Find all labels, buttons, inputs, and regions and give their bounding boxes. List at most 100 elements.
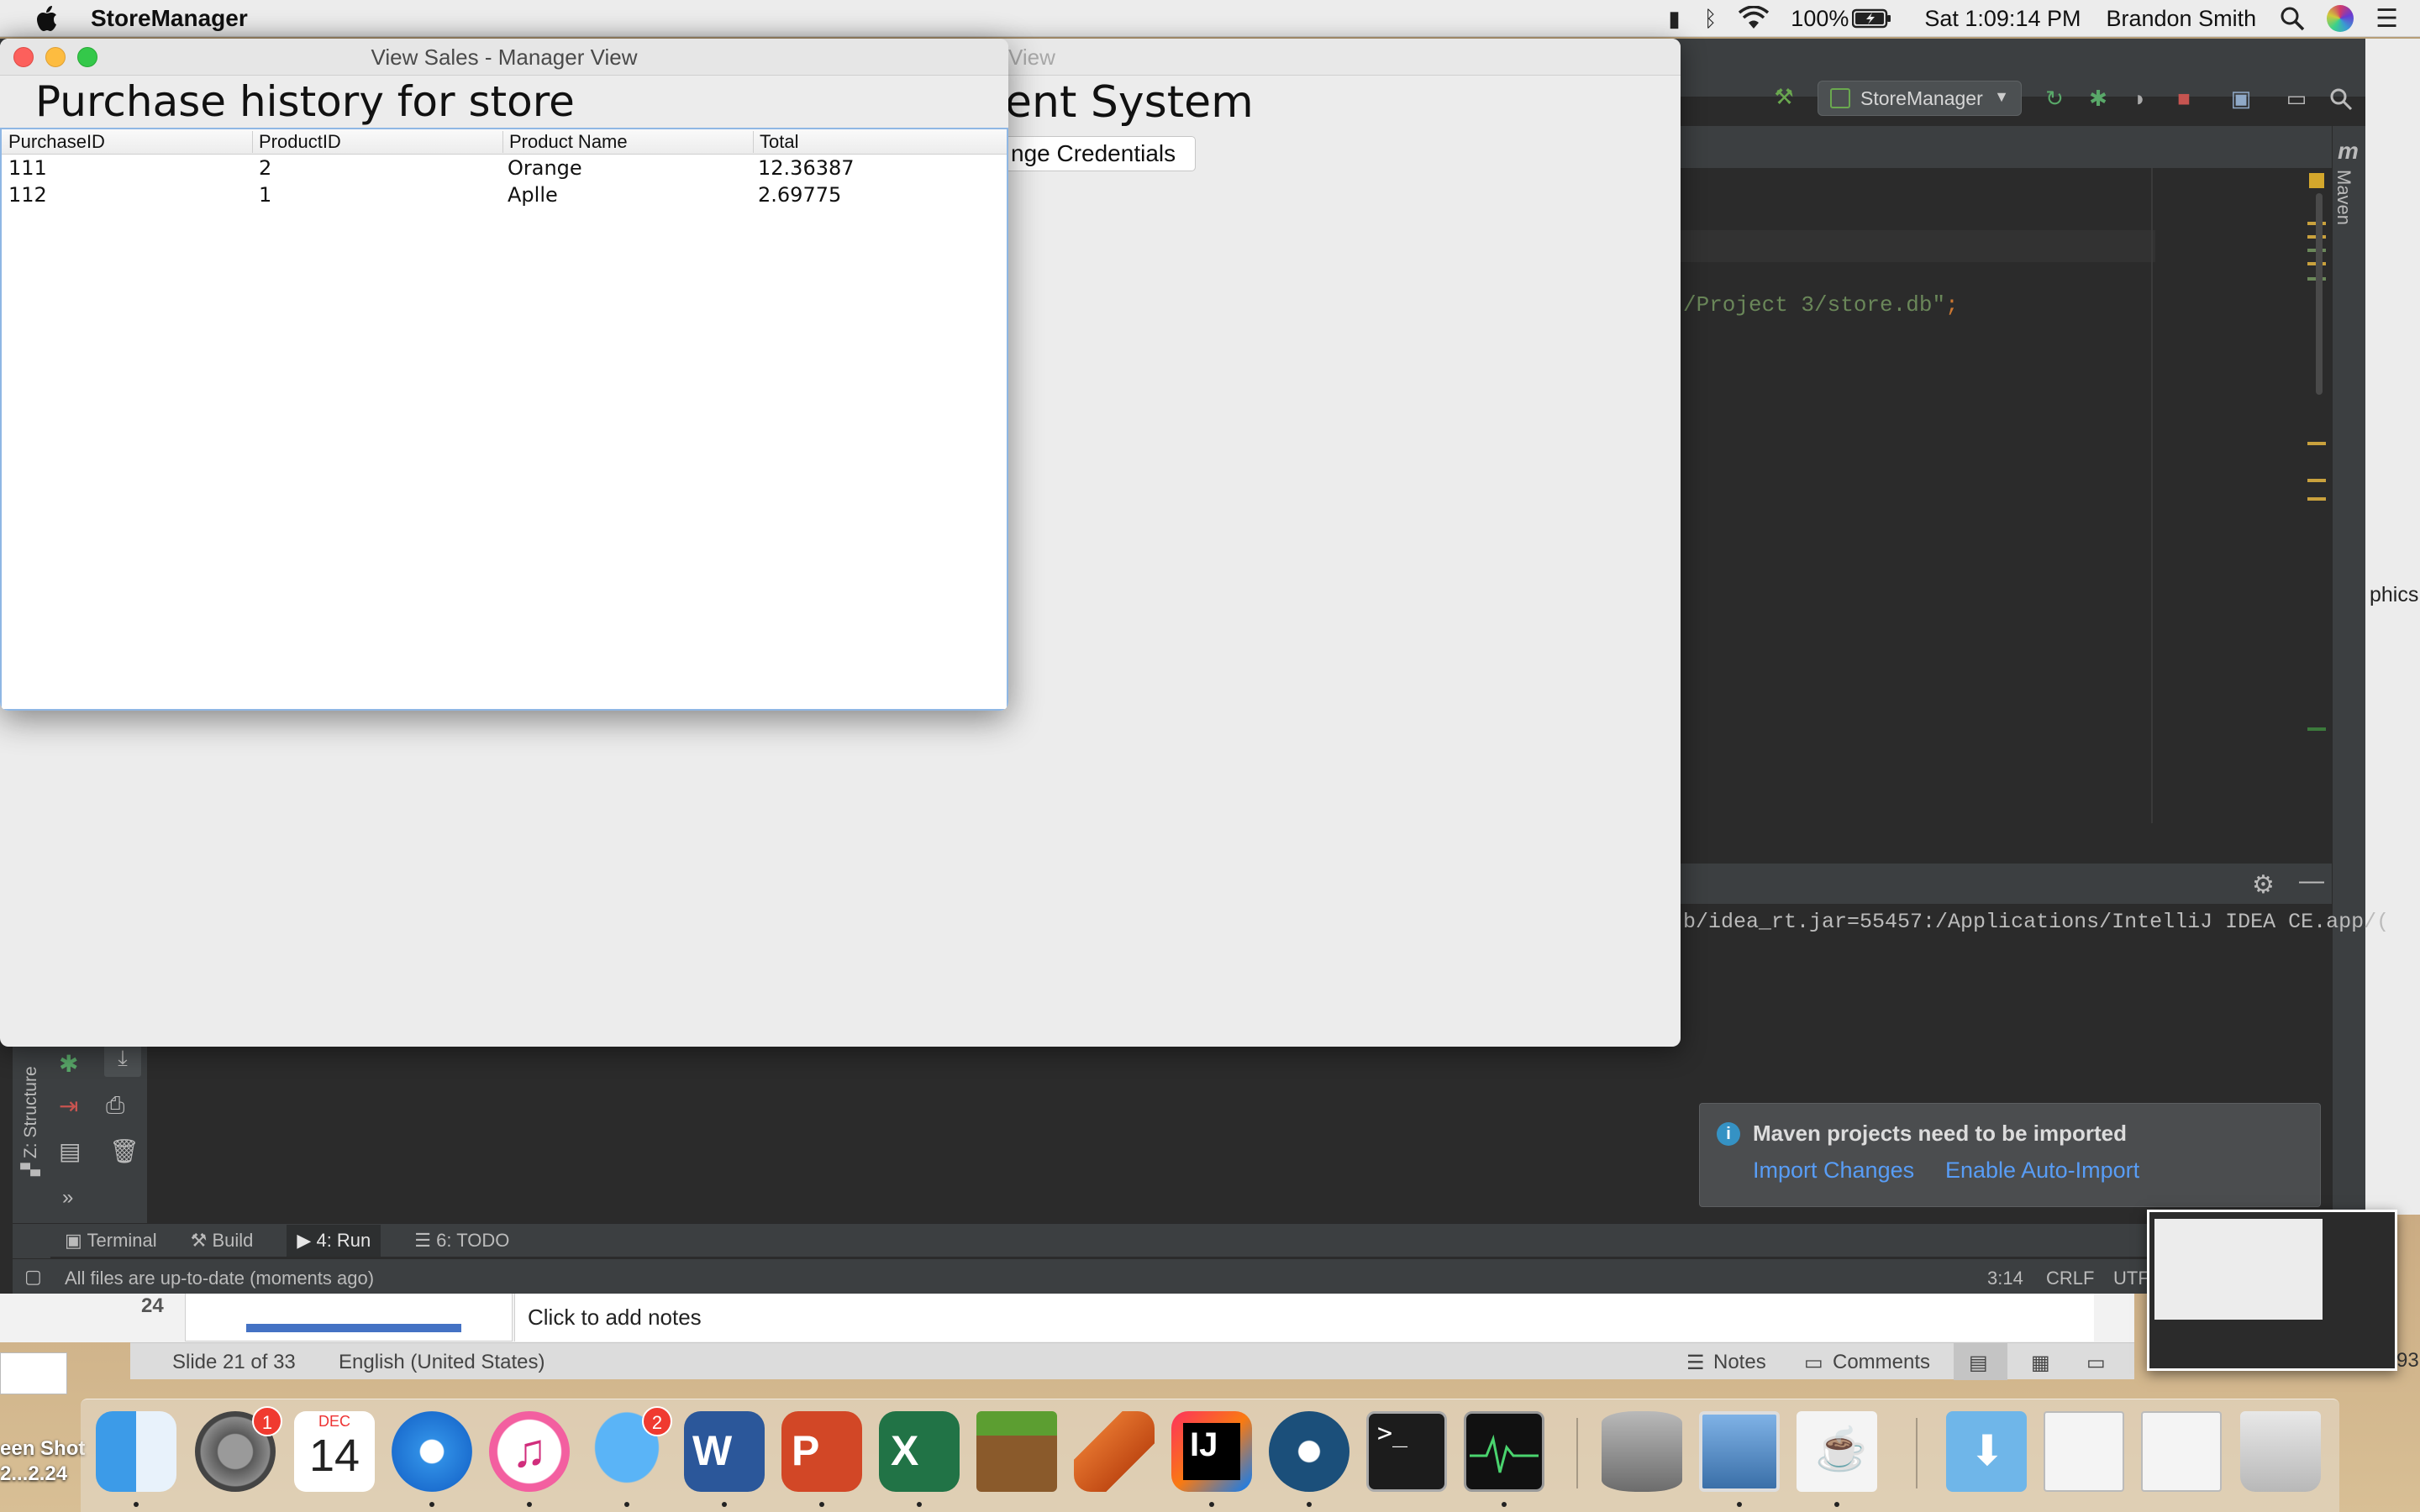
safari-icon[interactable]: [392, 1411, 472, 1492]
enable-auto-import-link[interactable]: Enable Auto-Import: [1945, 1158, 2139, 1184]
wifi-icon[interactable]: [1737, 6, 1770, 31]
column-header-productid[interactable]: ProductID: [259, 131, 341, 153]
coverage-icon[interactable]: ◗: [2128, 86, 2153, 111]
run-console-output[interactable]: b/idea_rt.jar=55457:/Applications/Intell…: [1683, 910, 2389, 934]
trash-icon[interactable]: [2240, 1411, 2321, 1492]
comments-icon[interactable]: ▭: [1804, 1351, 1823, 1375]
intellij-idea-icon[interactable]: IJ: [1171, 1411, 1252, 1492]
cell-purchaseid[interactable]: 112: [8, 183, 47, 207]
bluetooth-icon[interactable]: ᛒ: [1704, 6, 1718, 32]
java-icon[interactable]: ☕: [1797, 1411, 1877, 1492]
settings-gear-icon[interactable]: ⚙: [2252, 870, 2275, 900]
column-header-purchaseid[interactable]: PurchaseID: [8, 131, 105, 153]
editor-scrollbar[interactable]: [2316, 193, 2323, 395]
trash-icon[interactable]: 🗑: [109, 1137, 139, 1165]
maven-sidebar[interactable]: m Maven: [2332, 126, 2365, 1294]
menu-clock[interactable]: Sat 1:09:14 PM: [1924, 6, 2081, 32]
toggle-tool-windows-icon[interactable]: ▢: [24, 1266, 42, 1288]
purchase-history-table[interactable]: PurchaseID ProductID Product Name Total …: [0, 128, 1008, 711]
presentation-icon[interactable]: ▭: [2284, 86, 2309, 111]
column-header-total[interactable]: Total: [760, 131, 798, 153]
tab-run[interactable]: ▶ 4: Run: [287, 1224, 381, 1257]
desktop-file-label[interactable]: een Shot 2...2.24: [0, 1436, 85, 1487]
cell-total[interactable]: 12.36387: [758, 156, 855, 180]
exit-icon[interactable]: ⇥: [59, 1092, 78, 1120]
debug-bug-icon[interactable]: ✱: [2086, 86, 2111, 111]
cell-product-name[interactable]: Orange: [508, 156, 582, 180]
scroll-to-end-icon[interactable]: ⤓: [104, 1045, 141, 1077]
warning-indicator-icon[interactable]: [2309, 173, 2324, 188]
stop-icon[interactable]: ■: [2171, 86, 2196, 111]
tab-build[interactable]: ⚒ Build: [191, 1230, 254, 1252]
code-string-fragment[interactable]: /Project 3/store.db";: [1683, 292, 1959, 318]
menu-user[interactable]: Brandon Smith: [2106, 6, 2256, 32]
cell-productid[interactable]: 2: [259, 156, 271, 180]
itunes-icon[interactable]: ♫: [489, 1411, 570, 1492]
rerun-icon[interactable]: ↻: [2042, 86, 2067, 111]
column-header-product-name[interactable]: Product Name: [509, 131, 628, 153]
notes-placeholder[interactable]: Click to add notes: [528, 1305, 702, 1331]
print-icon[interactable]: ⎙: [106, 1092, 124, 1120]
error-stripe-mark[interactable]: [2307, 497, 2326, 501]
downloads-folder-icon[interactable]: ⬇: [1946, 1411, 2027, 1492]
tab-terminal[interactable]: ▣ Terminal: [65, 1230, 157, 1252]
slide-thumbnail[interactable]: [185, 1293, 513, 1341]
cell-purchaseid[interactable]: 111: [8, 156, 47, 180]
minimize-panel-icon[interactable]: —: [2299, 867, 2324, 895]
language-indicator[interactable]: English (United States): [339, 1351, 544, 1374]
terminal-icon[interactable]: >_: [1366, 1411, 1447, 1492]
cell-total[interactable]: 2.69775: [758, 183, 841, 207]
battery-icon[interactable]: [1852, 8, 1892, 29]
notes-icon[interactable]: ☰: [1686, 1351, 1705, 1375]
column-divider[interactable]: [502, 131, 503, 153]
minimized-window-icon[interactable]: [2141, 1411, 2222, 1492]
notification-center-icon[interactable]: ☰: [2375, 4, 2398, 34]
minecraft-icon[interactable]: [976, 1411, 1057, 1492]
status-message[interactable]: All files are up-to-date (moments ago): [65, 1268, 374, 1289]
search-everywhere-icon[interactable]: [2329, 87, 2353, 115]
tab-todo[interactable]: ☰ 6: TODO: [414, 1230, 509, 1252]
db-browser-icon[interactable]: [1602, 1411, 1682, 1492]
steam-icon[interactable]: [1269, 1411, 1349, 1492]
column-divider[interactable]: [753, 131, 754, 153]
table-row[interactable]: 112 1 Aplle 2.69775: [2, 181, 1007, 208]
activity-monitor-icon[interactable]: [1464, 1411, 1544, 1492]
layout-icon[interactable]: ▤: [59, 1137, 81, 1165]
presenter-view-icon[interactable]: ▭: [2086, 1351, 2106, 1375]
finder-icon[interactable]: [96, 1411, 176, 1492]
import-changes-link[interactable]: Import Changes: [1753, 1158, 1914, 1184]
cell-productid[interactable]: 1: [259, 183, 271, 207]
slide-sorter-icon[interactable]: ▦: [2031, 1351, 2050, 1375]
column-divider[interactable]: [252, 131, 253, 153]
run-debug-icon[interactable]: ✱: [59, 1050, 78, 1078]
error-stripe-mark[interactable]: [2307, 442, 2326, 445]
error-stripe-mark[interactable]: [2307, 479, 2326, 482]
siri-icon[interactable]: [2327, 5, 2354, 32]
apple-icon[interactable]: [34, 5, 59, 32]
battery-percent[interactable]: 100%: [1791, 6, 1849, 32]
app-menu-name[interactable]: StoreManager: [91, 5, 248, 32]
minimized-window-icon[interactable]: [2044, 1411, 2124, 1492]
powerpoint-icon[interactable]: P: [781, 1411, 862, 1492]
more-icon[interactable]: »: [62, 1186, 73, 1210]
project-structure-icon[interactable]: ▣: [2228, 86, 2254, 111]
table-row[interactable]: 111 2 Orange 12.36387: [2, 155, 1007, 181]
desktop-file-icon[interactable]: [0, 1352, 67, 1394]
spotlight-search-icon[interactable]: [2280, 6, 2305, 31]
error-stripe-mark[interactable]: [2307, 727, 2326, 731]
excel-icon[interactable]: X: [879, 1411, 960, 1492]
screenshot-preview-thumbnail[interactable]: [2147, 1210, 2397, 1371]
notes-button[interactable]: Notes: [1713, 1351, 1766, 1374]
run-configuration-selector[interactable]: StoreManager ▼: [1818, 81, 2022, 116]
preview-icon[interactable]: [1699, 1411, 1780, 1492]
structure-tool-label[interactable]: ▞ Z: Structure: [20, 1066, 41, 1176]
comments-button[interactable]: Comments: [1833, 1351, 1930, 1374]
matlab-icon[interactable]: [1074, 1411, 1155, 1492]
caret-position[interactable]: 3:14: [1987, 1268, 2023, 1289]
file-encoding[interactable]: UTF: [2113, 1268, 2149, 1289]
calendar-icon[interactable]: DEC 14: [294, 1411, 375, 1492]
flashlight-icon[interactable]: ▮: [1668, 6, 1680, 32]
line-separator[interactable]: CRLF: [2046, 1268, 2094, 1289]
cell-product-name[interactable]: Aplle: [508, 183, 558, 207]
notes-area[interactable]: [514, 1293, 2094, 1341]
